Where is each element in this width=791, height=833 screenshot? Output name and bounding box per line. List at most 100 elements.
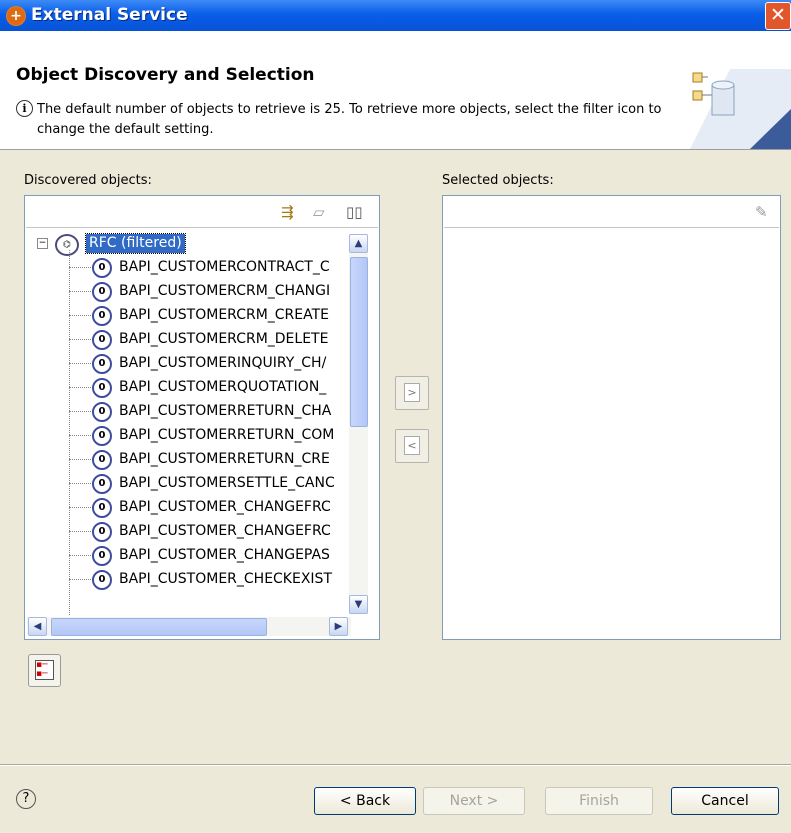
scroll-left-icon[interactable]: ◀	[28, 617, 47, 636]
tree-item[interactable]: 0 BAPI_CUSTOMERRETURN_CRE	[25, 448, 347, 472]
object-icon: 0	[92, 426, 112, 446]
properties-button[interactable]: ▪─ ▪─	[28, 654, 61, 687]
tree-item[interactable]: 0 BAPI_CUSTOMERRETURN_CHA	[25, 400, 347, 424]
collapse-icon[interactable]: −	[37, 238, 48, 249]
tree-branch-line	[69, 507, 91, 508]
tree-branch-line	[69, 435, 91, 436]
tree-item-label: BAPI_CUSTOMERCRM_DELETE	[119, 331, 329, 347]
finish-button[interactable]: Finish	[545, 787, 653, 815]
tree-item-label: BAPI_CUSTOMERSETTLE_CANC	[119, 475, 335, 491]
scroll-up-icon[interactable]: ▲	[349, 234, 368, 253]
title-bar: + External Service ✕	[0, 0, 791, 31]
tree-item-label: BAPI_CUSTOMERRETURN_COM	[119, 427, 335, 443]
tree-branch-line	[69, 555, 91, 556]
vertical-scroll-thumb[interactable]	[350, 257, 368, 427]
object-icon: 0	[92, 570, 112, 590]
object-icon: 0	[92, 402, 112, 422]
tree-item[interactable]: 0 BAPI_CUSTOMERCONTRACT_C	[25, 256, 347, 280]
back-button[interactable]: < Back	[314, 787, 416, 815]
book-icon[interactable]: ▯▯	[346, 204, 363, 220]
tree-branch-line	[69, 411, 91, 412]
object-icon: 0	[92, 306, 112, 326]
app-icon: +	[6, 6, 26, 26]
tree-item-label: BAPI_CUSTOMER_CHANGEPAS	[119, 547, 330, 563]
selected-objects-panel: ✎	[442, 195, 781, 640]
discovered-tree: − ⌬ RFC (filtered) 0 BAPI_CUSTOMERCONTRA…	[25, 230, 355, 615]
tree-item-label: BAPI_CUSTOMERCONTRACT_C	[119, 259, 330, 275]
page-heading: Object Discovery and Selection	[16, 65, 315, 85]
properties-icon: ▪─ ▪─	[35, 660, 54, 680]
tree-item[interactable]: 0 BAPI_CUSTOMERQUOTATION_	[25, 376, 347, 400]
tree-item[interactable]: 0 BAPI_CUSTOMER_CHANGEFRC	[25, 496, 347, 520]
tree-branch-line	[69, 267, 91, 268]
cancel-button[interactable]: Cancel	[671, 787, 779, 815]
wizard-banner: Object Discovery and Selection i The def…	[0, 31, 791, 150]
scroll-down-icon[interactable]: ▼	[349, 595, 368, 614]
tree-branch-line	[69, 459, 91, 460]
tree-item[interactable]: 0 BAPI_CUSTOMERCRM_CREATE	[25, 304, 347, 328]
window-title: External Service	[31, 5, 188, 25]
remove-selected-button[interactable]: <	[395, 429, 429, 463]
discovered-objects-panel: ⇶ ▱ ▯▯ − ⌬ RFC (filtered) 0 BAPI_CUSTOME…	[24, 195, 380, 640]
tree-item-label: BAPI_CUSTOMERCRM_CREATE	[119, 307, 330, 323]
tree-item-label: BAPI_CUSTOMERRETURN_CHA	[119, 403, 332, 419]
vertical-scrollbar[interactable]: ▲ ▼	[349, 234, 368, 614]
tree-branch-line	[69, 531, 91, 532]
tree-item-label: BAPI_CUSTOMERRETURN_CRE	[119, 451, 330, 467]
object-icon: 0	[92, 330, 112, 350]
add-selected-button[interactable]: >	[395, 376, 429, 410]
selected-objects-label: Selected objects:	[442, 173, 554, 188]
tree-item-label: BAPI_CUSTOMERQUOTATION_	[119, 379, 327, 395]
selected-toolbar: ✎	[444, 197, 779, 228]
help-icon[interactable]: ?	[16, 789, 36, 809]
tree-item-label: BAPI_CUSTOMERCRM_CHANGI	[119, 283, 331, 299]
banner-message: The default number of objects to retriev…	[37, 102, 662, 137]
discovered-toolbar: ⇶ ▱ ▯▯	[26, 197, 378, 228]
rfc-icon: ⌬	[55, 234, 79, 256]
tree-branch-line	[69, 579, 91, 580]
object-icon: 0	[92, 258, 112, 278]
tree-item[interactable]: 0 BAPI_CUSTOMER_CHANGEPAS	[25, 544, 347, 568]
tree-item[interactable]: 0 BAPI_CUSTOMERINQUIRY_CH/	[25, 352, 347, 376]
add-arrow-icon: >	[404, 383, 420, 402]
tree-item[interactable]: 0 BAPI_CUSTOMERRETURN_COM	[25, 424, 347, 448]
close-button[interactable]: ✕	[765, 2, 791, 30]
tree-branch-line	[69, 483, 91, 484]
edit-icon[interactable]: ✎	[755, 204, 768, 220]
tree-root-row[interactable]: − ⌬ RFC (filtered)	[25, 232, 347, 256]
object-icon: 0	[92, 546, 112, 566]
object-icon: 0	[92, 498, 112, 518]
discovered-objects-label: Discovered objects:	[24, 173, 152, 188]
info-icon: i	[16, 100, 33, 117]
object-icon: 0	[92, 450, 112, 470]
object-icon: 0	[92, 522, 112, 542]
tree-item-label: BAPI_CUSTOMER_CHANGEFRC	[119, 523, 331, 539]
footer-divider	[0, 764, 791, 766]
tree-item[interactable]: 0 BAPI_CUSTOMERSETTLE_CANC	[25, 472, 347, 496]
clear-icon[interactable]: ▱	[313, 204, 325, 220]
next-button[interactable]: Next >	[423, 787, 525, 815]
object-icon: 0	[92, 378, 112, 398]
tree-branch-line	[69, 363, 91, 364]
tree-item-label: BAPI_CUSTOMERINQUIRY_CH/	[119, 355, 327, 371]
filter-icon[interactable]: ⇶	[281, 204, 294, 220]
remove-arrow-icon: <	[404, 436, 420, 455]
tree-item-label: BAPI_CUSTOMER_CHECKEXIST	[119, 571, 332, 587]
object-icon: 0	[92, 354, 112, 374]
tree-branch-line	[69, 315, 91, 316]
tree-branch-line	[69, 339, 91, 340]
object-icon: 0	[92, 474, 112, 494]
tree-branch-line	[69, 387, 91, 388]
object-icon: 0	[92, 282, 112, 302]
tree-item-label: BAPI_CUSTOMER_CHANGEFRC	[119, 499, 331, 515]
horizontal-scrollbar[interactable]: ◀ ▶	[27, 617, 351, 636]
tree-root-label[interactable]: RFC (filtered)	[85, 233, 186, 254]
tree-item[interactable]: 0 BAPI_CUSTOMERCRM_CHANGI	[25, 280, 347, 304]
horizontal-scroll-thumb[interactable]	[51, 618, 267, 636]
tree-item[interactable]: 0 BAPI_CUSTOMERCRM_DELETE	[25, 328, 347, 352]
tree-branch-line	[69, 291, 91, 292]
wizard-graphic	[690, 69, 791, 149]
scroll-right-icon[interactable]: ▶	[329, 617, 348, 636]
tree-item[interactable]: 0 BAPI_CUSTOMER_CHECKEXIST	[25, 568, 347, 592]
tree-item[interactable]: 0 BAPI_CUSTOMER_CHANGEFRC	[25, 520, 347, 544]
